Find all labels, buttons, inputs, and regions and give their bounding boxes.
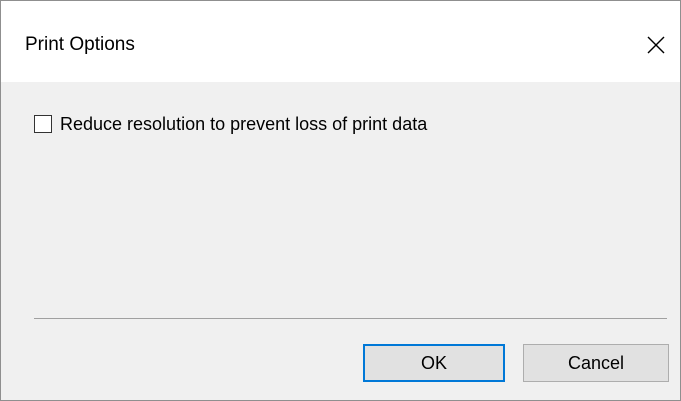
close-icon bbox=[647, 36, 665, 54]
separator bbox=[34, 318, 667, 319]
dialog-title: Print Options bbox=[25, 34, 135, 55]
reduce-resolution-option[interactable]: Reduce resolution to prevent loss of pri… bbox=[34, 113, 427, 135]
cancel-button[interactable]: Cancel bbox=[523, 344, 669, 382]
print-options-dialog: Print Options Reduce resolution to preve… bbox=[0, 0, 681, 401]
reduce-resolution-checkbox[interactable] bbox=[34, 115, 52, 133]
dialog-body: Reduce resolution to prevent loss of pri… bbox=[1, 82, 680, 400]
title-bar: Print Options bbox=[1, 1, 680, 82]
reduce-resolution-label[interactable]: Reduce resolution to prevent loss of pri… bbox=[60, 113, 427, 135]
close-button[interactable] bbox=[633, 23, 679, 67]
ok-button[interactable]: OK bbox=[363, 344, 505, 382]
